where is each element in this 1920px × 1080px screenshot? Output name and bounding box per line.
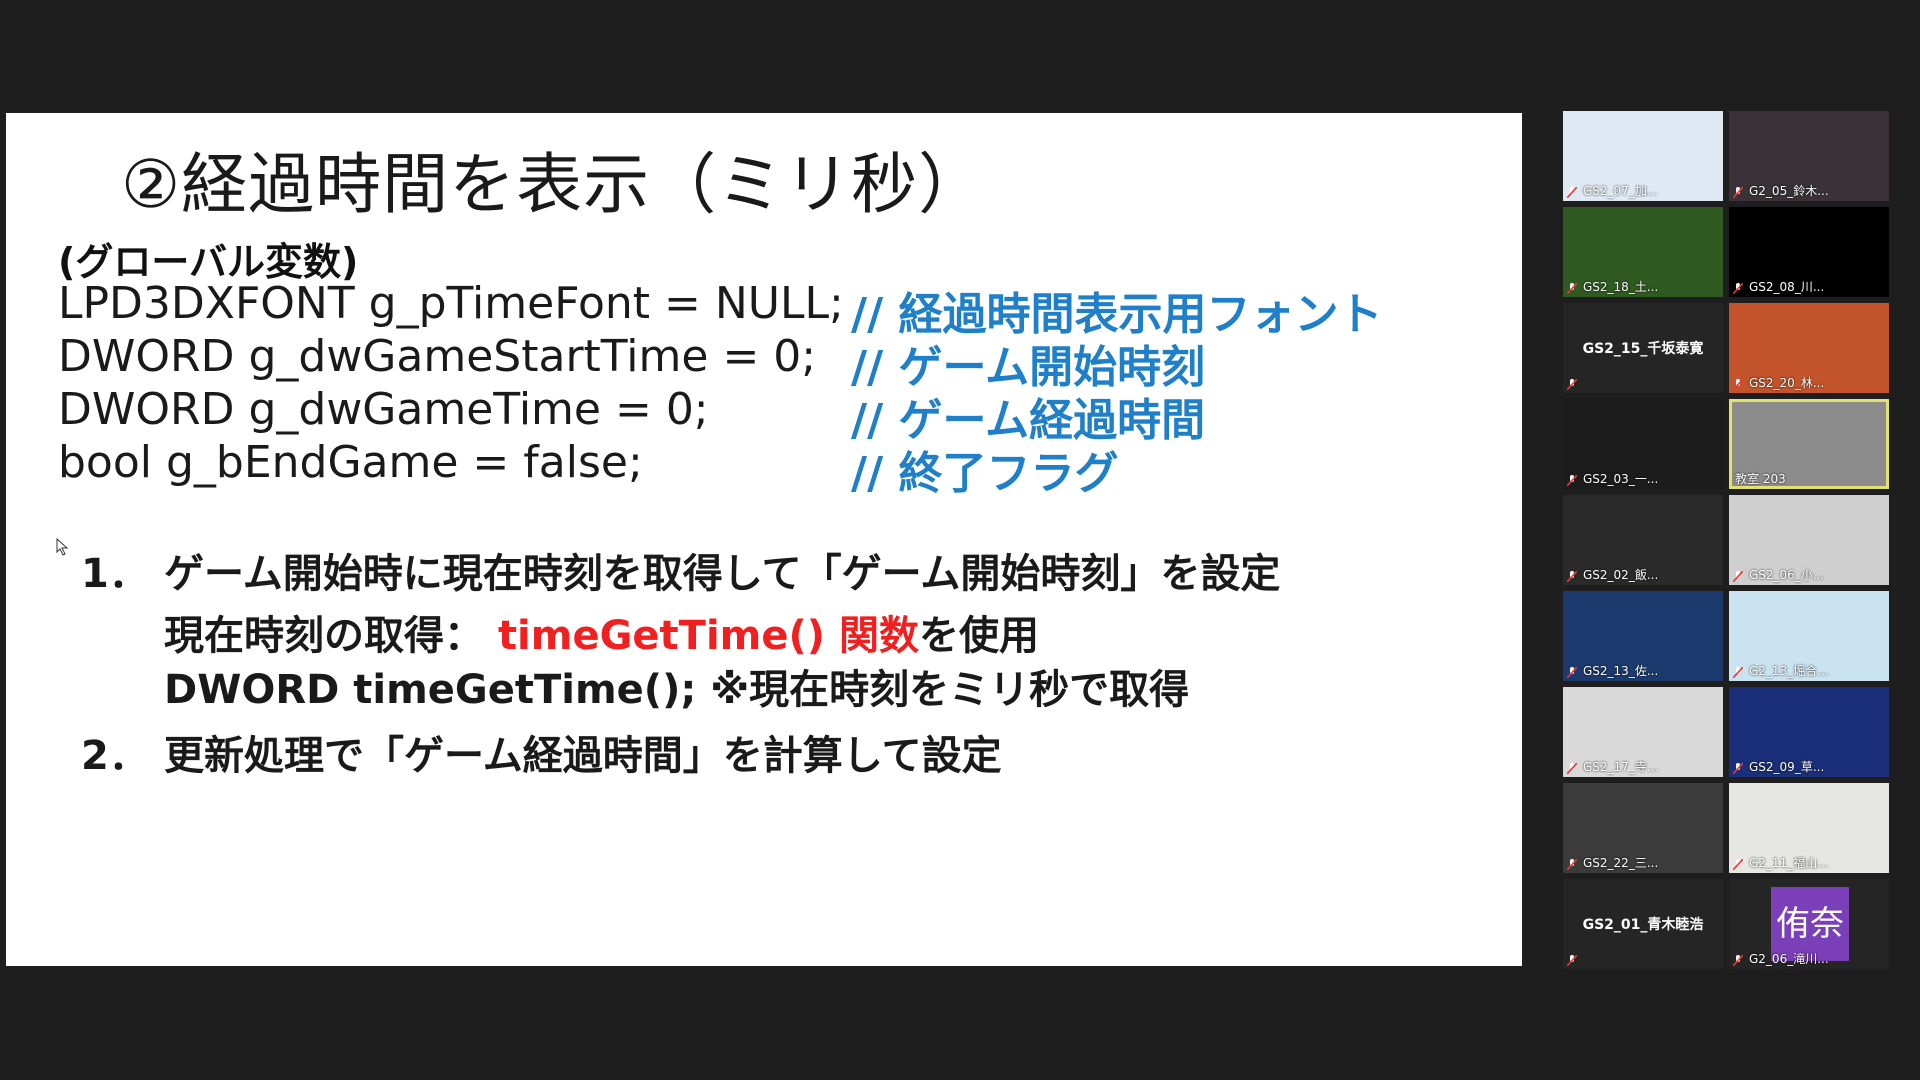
- mic-muted-icon: [1567, 379, 1577, 390]
- participant-tile-speaking[interactable]: 教室 203: [1729, 399, 1889, 489]
- participant-name: GS2_07_加...: [1583, 184, 1659, 198]
- participant-name: GS2_13_佐...: [1583, 664, 1659, 678]
- participant-name: GS2_06_小...: [1749, 568, 1825, 582]
- participant-name: GS2_18_土...: [1583, 280, 1659, 294]
- participant-tile[interactable]: 侑奈 G2_06_滝川...: [1729, 879, 1889, 969]
- function-highlight: timeGetTime() 関数: [497, 613, 919, 659]
- participant-name: G2_05_鈴木...: [1749, 184, 1829, 198]
- participant-tile[interactable]: G2_11_福山...: [1729, 783, 1889, 873]
- participant-tile[interactable]: GS2_18_土...: [1563, 207, 1723, 297]
- code-line-4: bool g_bEndGame = false;: [58, 437, 643, 488]
- participant-name: GS2_01_青木睦浩: [1582, 917, 1704, 933]
- code-line-3: DWORD g_dwGameTime = 0;: [58, 384, 709, 435]
- step-1-sub2: DWORD timeGetTime(); ※現在時刻をミリ秒で取得: [164, 667, 1190, 713]
- participant-name: GS2_08_川...: [1749, 280, 1825, 294]
- participant-tile[interactable]: GS2_22_三...: [1563, 783, 1723, 873]
- mic-muted-icon: [1567, 667, 1577, 678]
- participant-gallery: GS2_07_加... G2_05_鈴木... GS2_18_土... GS2_…: [1563, 111, 1893, 971]
- step-2-text: 更新処理で「ゲーム経過時間」を計算して設定: [164, 733, 1002, 779]
- mic-muted-icon: [1733, 571, 1743, 582]
- participant-name: G2_06_滝川...: [1749, 952, 1829, 966]
- participant-name: 教室 203: [1735, 472, 1786, 486]
- code-comment-4: // 終了フラグ: [851, 448, 1119, 499]
- participant-name: GS2_02_飯...: [1583, 568, 1659, 582]
- mic-muted-icon: [1567, 763, 1577, 774]
- participant-tile[interactable]: GS2_07_加...: [1563, 111, 1723, 201]
- participant-name: GS2_22_三...: [1583, 856, 1659, 870]
- participant-name: GS2_09_草...: [1749, 760, 1825, 774]
- mic-muted-icon: [1733, 859, 1743, 870]
- participant-tile[interactable]: GS2_13_佐...: [1563, 591, 1723, 681]
- participant-name: GS2_03_一...: [1583, 472, 1659, 486]
- mic-muted-icon: [1733, 763, 1743, 774]
- step-2-number: 2．: [81, 733, 149, 779]
- participant-tile[interactable]: GS2_03_一...: [1563, 399, 1723, 489]
- participant-name: GS2_20_林...: [1749, 376, 1825, 390]
- participant-tile[interactable]: G2_13_堀合...: [1729, 591, 1889, 681]
- mouse-cursor-icon: [56, 538, 69, 556]
- code-line-1: LPD3DXFONT g_pTimeFont = NULL;: [58, 278, 844, 329]
- slide-title: ②経過時間を表示（ミリ秒）: [121, 146, 986, 223]
- participant-name: G2_11_福山...: [1749, 856, 1829, 870]
- participant-tile[interactable]: GS2_01_青木睦浩: [1563, 879, 1723, 969]
- mic-muted-icon: [1567, 283, 1577, 294]
- mic-muted-icon: [1567, 955, 1577, 966]
- mic-muted-icon: [1733, 667, 1743, 678]
- participant-tile[interactable]: GS2_09_草...: [1729, 687, 1889, 777]
- mic-muted-icon: [1733, 379, 1743, 390]
- step-1-sub1-prefix: 現在時刻の取得：: [164, 613, 484, 659]
- participant-name: GS2_17_寺...: [1583, 760, 1659, 774]
- mic-muted-icon: [1567, 475, 1577, 486]
- step-1-number: 1．: [81, 551, 149, 597]
- participant-name: G2_13_堀合...: [1749, 664, 1829, 678]
- mic-muted-icon: [1567, 187, 1577, 198]
- step-1-sub1: 現在時刻の取得： timeGetTime() 関数を使用: [164, 603, 1039, 661]
- step-1-sub1-suffix: を使用: [918, 613, 1039, 659]
- mic-muted-icon: [1567, 571, 1577, 582]
- participant-name: GS2_15_千坂泰寛: [1582, 341, 1704, 357]
- presentation-slide: ②経過時間を表示（ミリ秒） (グローバル変数) LPD3DXFONT g_pTi…: [6, 113, 1522, 966]
- participant-tile[interactable]: G2_05_鈴木...: [1729, 111, 1889, 201]
- participant-tile[interactable]: GS2_17_寺...: [1563, 687, 1723, 777]
- participant-tile[interactable]: GS2_08_川...: [1729, 207, 1889, 297]
- mic-muted-icon: [1733, 187, 1743, 198]
- participant-tile[interactable]: GS2_15_千坂泰寛: [1563, 303, 1723, 393]
- participant-tile[interactable]: GS2_20_林...: [1729, 303, 1889, 393]
- code-line-2: DWORD g_dwGameStartTime = 0;: [58, 331, 817, 382]
- mic-muted-icon: [1733, 283, 1743, 294]
- step-1-text: ゲーム開始時に現在時刻を取得して「ゲーム開始時刻」を設定: [164, 551, 1281, 597]
- participant-tile[interactable]: GS2_06_小...: [1729, 495, 1889, 585]
- participant-tile[interactable]: GS2_02_飯...: [1563, 495, 1723, 585]
- mic-muted-icon: [1567, 859, 1577, 870]
- mic-muted-icon: [1733, 955, 1743, 966]
